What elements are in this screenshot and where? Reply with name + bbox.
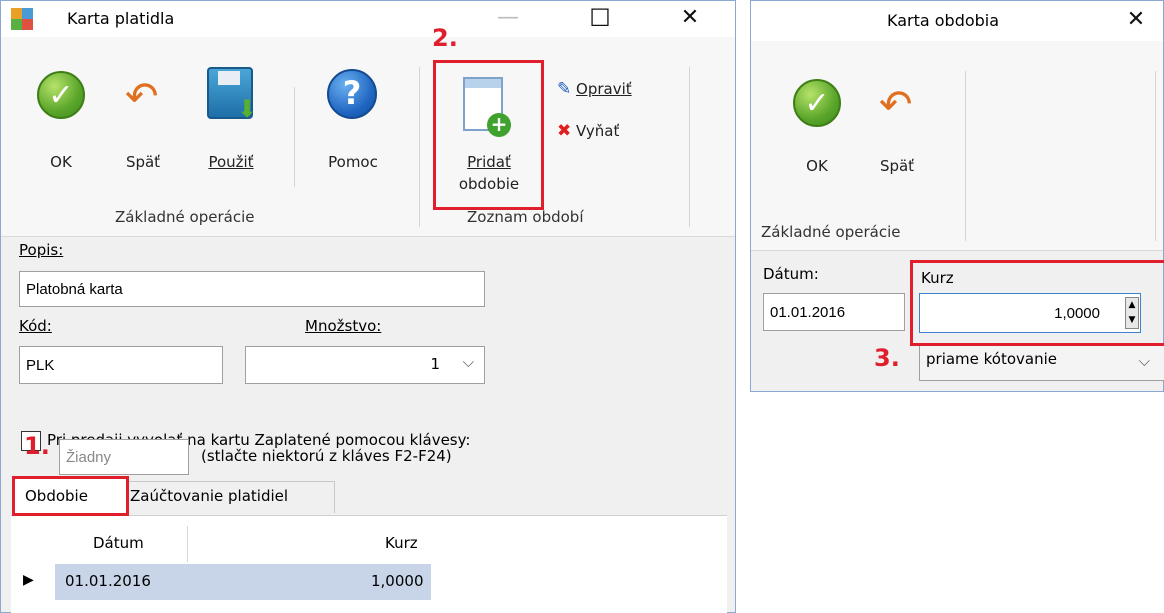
app-icon [11,8,33,30]
title-bar: Karta obdobia ✕ [751,1,1163,41]
annotation-3: 3. [874,344,900,372]
tab-accounting[interactable]: Zaúčtovanie platidiel [127,481,335,513]
edit-icon: ✎ [557,79,572,99]
table-header-date: Dátum [93,534,144,552]
row-pointer-icon: ▶ [23,572,34,588]
group-label-basic: Základné operácie [761,223,901,241]
left-window: Karta platidla — ☐ ✕ OK ↶ Späť ⬇ Použiť … [0,0,736,613]
highlight-add-period [433,60,544,210]
window-title: Karta platidla [67,9,175,28]
chevron-down-icon: ⌵ [462,353,474,371]
edit-button[interactable]: ✎ Opraviť [557,79,677,105]
back-arrow-icon: ↶ [879,82,913,128]
maximize-button[interactable]: ☐ [577,1,623,37]
key-hint: (stlačte niektorú z kláves F2-F24) [201,447,452,465]
chevron-down-icon: ⌵ [1138,352,1150,370]
help-icon: ? [327,69,377,119]
code-label: Kód: [19,317,52,335]
quote-type-dropdown[interactable]: priame kótovanie ⌵ [919,345,1164,381]
description-label: Popis: [19,241,64,259]
ok-button[interactable]: OK [21,67,101,207]
ribbon: OK ↶ Späť ⬇ Použiť ? Pomoc Základné oper… [1,37,735,237]
save-icon: ⬇ [207,67,257,121]
back-button[interactable]: ↶ Späť [865,77,929,217]
group-label-periods: Zoznam období [467,208,584,226]
remove-icon: ✖ [557,121,572,141]
cell-date: 01.01.2016 [65,572,151,590]
annotation-1: 1. [24,432,50,460]
minimize-button[interactable]: — [485,1,531,37]
title-bar: Karta platidla — ☐ ✕ [1,1,735,37]
highlight-tab [12,476,129,516]
ok-icon [793,79,841,127]
remove-button[interactable]: ✖ Vyňať [557,121,677,147]
quantity-label: Množstvo: [305,317,382,335]
table-row[interactable]: ▶ 01.01.2016 1,0000 [11,564,431,600]
close-button[interactable]: ✕ [667,1,713,37]
apply-button[interactable]: ⬇ Použiť [191,67,271,207]
ok-button[interactable]: OK [777,77,857,217]
ok-icon [37,71,85,119]
help-button[interactable]: ? Pomoc [311,67,395,207]
table-header-rate: Kurz [385,534,418,552]
cell-rate: 1,0000 [371,572,424,590]
window-title: Karta obdobia [887,11,1000,30]
key-input[interactable] [59,439,189,475]
period-table: Dátum Kurz ▶ 01.01.2016 1,0000 [11,515,727,613]
quantity-dropdown[interactable]: 1 ⌵ [245,346,485,384]
description-input[interactable] [19,271,485,307]
back-arrow-icon: ↶ [125,74,159,120]
date-input[interactable] [763,293,905,331]
group-label-basic: Základné operácie [115,208,255,226]
close-button[interactable]: ✕ [1113,3,1159,39]
date-label: Dátum: [763,265,819,283]
ribbon: OK ↶ Späť Základné operácie [751,41,1163,251]
highlight-rate [910,260,1164,346]
code-input[interactable] [19,346,223,384]
annotation-2: 2. [432,24,458,52]
back-button[interactable]: ↶ Späť [111,67,175,207]
